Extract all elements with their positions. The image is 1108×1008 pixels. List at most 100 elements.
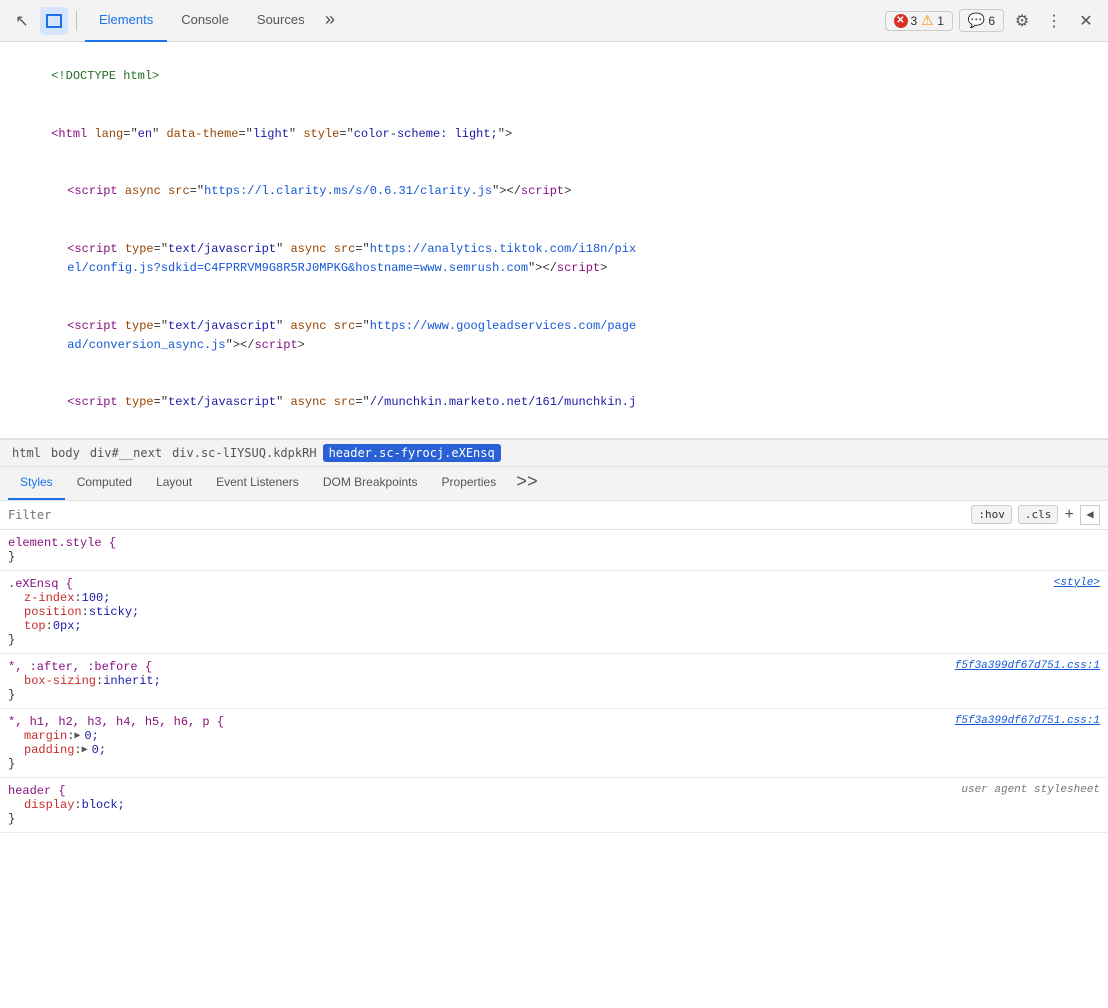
script-src-link-1[interactable]: https://l.clarity.ms/s/0.6.31/clarity.js [204, 184, 492, 198]
tab-console[interactable]: Console [167, 0, 243, 42]
script-tag-1: <script [67, 184, 125, 198]
async-attr-2: async [290, 242, 326, 256]
src-attr-4: src [334, 395, 356, 409]
rule-props-headings: margin: ▶ 0; padding: ▶ 0; [8, 729, 1100, 757]
script-close-3: script [254, 338, 297, 352]
close-btn[interactable]: ✕ [1072, 7, 1100, 35]
toolbar-right: ⚙ ⋮ ✕ [1008, 7, 1100, 35]
doctype-comment: <!DOCTYPE html> [51, 69, 159, 83]
type-value-3: text/javascript [168, 319, 276, 333]
data-theme-value: light [253, 127, 289, 141]
async-attr-1: async [125, 184, 161, 198]
filter-input[interactable] [8, 508, 965, 522]
breadcrumb-next[interactable]: div#__next [86, 444, 166, 462]
tab-styles[interactable]: Styles [8, 466, 65, 500]
elements-icon-btn[interactable] [40, 7, 68, 35]
type-attr-3: type [125, 319, 154, 333]
padding-triangle[interactable]: ▶ [82, 744, 92, 756]
rule-header-universal: *, :after, :before { f5f3a399df67d751.cs… [8, 660, 1100, 674]
script-close-1: script [521, 184, 564, 198]
style-value: color-scheme: light; [354, 127, 498, 141]
prop-display: display: block; [24, 798, 1100, 812]
prop-padding: padding: ▶ 0; [24, 743, 1100, 757]
error-count: 3 [911, 14, 918, 28]
rule-selector-headings[interactable]: *, h1, h2, h3, h4, h5, h6, p { [8, 715, 224, 729]
tab-sources[interactable]: Sources [243, 0, 319, 42]
rule-props-eXEnsq: z-index: 100; position: sticky; top: 0px… [8, 591, 1100, 633]
dom-line-script3[interactable]: <script type="text/javascript" async src… [8, 297, 1100, 374]
rule-selector-eXEnsq[interactable]: .eXEnsq { [8, 577, 73, 591]
rule-props-header: display: block; [8, 798, 1100, 812]
style-arrow-btn[interactable]: ◀ [1080, 505, 1100, 525]
script-tag-4: <script [67, 395, 125, 409]
tab-event-listeners[interactable]: Event Listeners [204, 466, 311, 500]
rule-source-headings[interactable]: f5f3a399df67d751.css:1 [955, 715, 1100, 727]
hov-btn[interactable]: :hov [971, 505, 1012, 524]
dom-line-script1[interactable]: <script async src="https://l.clarity.ms/… [8, 163, 1100, 221]
kebab-btn[interactable]: ⋮ [1040, 7, 1068, 35]
add-style-btn[interactable]: + [1064, 506, 1074, 524]
kebab-icon: ⋮ [1046, 11, 1062, 31]
prop-box-sizing: box-sizing: inherit; [24, 674, 1100, 688]
src-attr-3: src [334, 319, 356, 333]
style-rule-header: header { user agent stylesheet display: … [0, 778, 1108, 833]
dom-line-html[interactable]: <html lang="en" data-theme="light" style… [8, 106, 1100, 164]
more-tabs-icon[interactable]: » [319, 11, 342, 31]
rule-source-universal[interactable]: f5f3a399df67d751.css:1 [955, 660, 1100, 672]
cursor-icon-btn[interactable]: ↖ [8, 7, 36, 35]
rule-source-eXEnsq[interactable]: <style> [1054, 577, 1100, 589]
errors-badge[interactable]: ✕ 3 ⚠ 1 [885, 11, 953, 31]
async-attr-3: async [290, 319, 326, 333]
style-rule-eXEnsq: .eXEnsq { <style> z-index: 100; position… [0, 571, 1108, 654]
prop-z-index: z-index: 100; [24, 591, 1100, 605]
rule-close-header: } [8, 812, 1100, 826]
src-attr-2: src [334, 242, 356, 256]
warning-count: 1 [937, 14, 944, 28]
styles-content: element.style { } .eXEnsq { <style> z-in… [0, 530, 1108, 833]
breadcrumb: html body div#__next div.sc-lIYSUQ.kdpkR… [0, 439, 1108, 467]
cls-btn[interactable]: .cls [1018, 505, 1059, 524]
lang-value: en [138, 127, 152, 141]
style-attr: style [303, 127, 339, 141]
styles-more-icon[interactable]: >> [512, 473, 542, 493]
breadcrumb-header[interactable]: header.sc-fyrocj.eXEnsq [323, 444, 501, 462]
breadcrumb-sc-div[interactable]: div.sc-lIYSUQ.kdpkRH [168, 444, 321, 462]
margin-triangle[interactable]: ▶ [74, 730, 84, 742]
rule-header-headings: *, h1, h2, h3, h4, h5, h6, p { f5f3a399d… [8, 715, 1100, 729]
script-close-2: script [557, 261, 600, 275]
tab-computed[interactable]: Computed [65, 466, 144, 500]
styles-panel-tabs: Styles Computed Layout Event Listeners D… [0, 467, 1108, 501]
breadcrumb-html[interactable]: html [8, 444, 45, 462]
rule-selector-element[interactable]: element.style { [8, 536, 116, 550]
breadcrumb-body[interactable]: body [47, 444, 84, 462]
rule-close-eXEnsq: } [8, 633, 1100, 647]
elements-icon [46, 14, 62, 28]
dom-line-doctype: <!DOCTYPE html> [8, 48, 1100, 106]
type-value-2: text/javascript [168, 242, 276, 256]
rule-close-element: } [8, 550, 1100, 564]
dom-line-script4[interactable]: <script type="text/javascript" async src… [8, 374, 1100, 432]
tab-elements[interactable]: Elements [85, 0, 167, 42]
script-tag-2: <script [67, 242, 125, 256]
script-tag-3: <script [67, 319, 125, 333]
rule-selector-universal[interactable]: *, :after, :before { [8, 660, 152, 674]
html-tag: <html [51, 127, 94, 141]
rule-header-header: header { user agent stylesheet [8, 784, 1100, 798]
warning-icon: ⚠ [920, 14, 934, 28]
src-attr-1: src [168, 184, 190, 198]
prop-position: position: sticky; [24, 605, 1100, 619]
rule-props-universal: box-sizing: inherit; [8, 674, 1100, 688]
toolbar-badges: ✕ 3 ⚠ 1 💬 6 [885, 9, 1005, 32]
type-value-4: text/javascript [168, 395, 276, 409]
settings-btn[interactable]: ⚙ [1008, 7, 1036, 35]
dom-line-script2[interactable]: <script type="text/javascript" async src… [8, 221, 1100, 298]
tab-properties[interactable]: Properties [430, 466, 509, 500]
messages-badge[interactable]: 💬 6 [959, 9, 1004, 32]
style-rule-headings: *, h1, h2, h3, h4, h5, h6, p { f5f3a399d… [0, 709, 1108, 778]
messages-count: 6 [988, 14, 995, 28]
tab-dom-breakpoints[interactable]: DOM Breakpoints [311, 466, 430, 500]
tab-layout[interactable]: Layout [144, 466, 204, 500]
devtools-toolbar: ↖ Elements Console Sources » ✕ 3 ⚠ 1 💬 6… [0, 0, 1108, 42]
type-attr-2: type [125, 242, 154, 256]
rule-selector-header[interactable]: header { [8, 784, 66, 798]
